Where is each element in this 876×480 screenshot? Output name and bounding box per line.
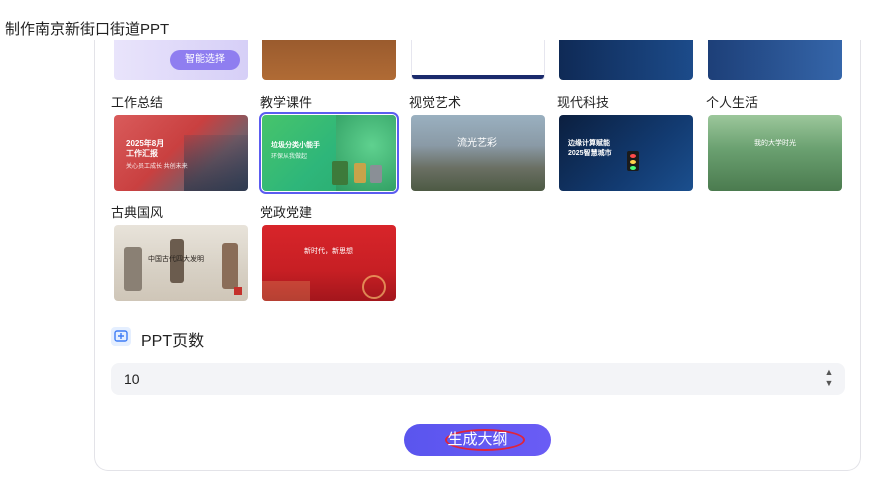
- category-label-visual-art: 视觉艺术: [409, 95, 462, 110]
- template-card-modern-tech[interactable]: 边缘计算赋能 2025智慧城市: [559, 115, 693, 191]
- template-thumb-smart-select[interactable]: 智能选择: [114, 40, 248, 80]
- category-label-work-summary: 工作总结: [111, 95, 164, 110]
- template-title: 垃圾分类小能手: [271, 142, 320, 149]
- template-title: 我的大学时光: [754, 140, 796, 147]
- template-card-classical[interactable]: 中国古代四大发明: [114, 225, 248, 301]
- ppt-pages-stepper[interactable]: ▲ ▼: [823, 367, 835, 391]
- slides-plus-icon: [111, 327, 131, 346]
- category-label-teaching: 教学课件: [260, 95, 313, 110]
- template-title: 流光艺彩: [457, 138, 497, 149]
- template-card-party[interactable]: 新时代，新思想: [262, 225, 396, 301]
- template-title: 2025年8月 工作汇报: [126, 139, 165, 158]
- generate-outline-label: 生成大纲: [447, 431, 508, 448]
- template-thumb-wood[interactable]: [262, 40, 396, 80]
- ppt-pages-input[interactable]: 10 ▲ ▼: [111, 363, 845, 395]
- category-label-classical: 古典国风: [111, 205, 164, 220]
- template-card-work-summary[interactable]: 2025年8月 工作汇报 关心员工成长 共创未来: [114, 115, 248, 191]
- smart-select-label: 智能选择: [185, 54, 225, 65]
- template-subtitle: 环保从我做起: [271, 154, 308, 160]
- template-thumb-doc[interactable]: [411, 40, 545, 80]
- category-label-party: 党政党建: [260, 205, 313, 220]
- template-title: 边缘计算赋能 2025智慧城市: [568, 140, 612, 157]
- ppt-pages-value: 10: [124, 371, 140, 387]
- ppt-pages-label: PPT页数: [141, 333, 205, 350]
- template-thumb-city[interactable]: [708, 40, 842, 80]
- smart-select-chip[interactable]: 智能选择: [170, 50, 240, 70]
- template-card-personal-life[interactable]: 我的大学时光: [708, 115, 842, 191]
- template-card-visual-art[interactable]: 流光艺彩: [411, 115, 545, 191]
- template-title: 中国古代四大发明: [148, 256, 204, 263]
- generate-outline-button[interactable]: 生成大纲: [404, 424, 551, 456]
- category-label-modern-tech: 现代科技: [557, 95, 610, 110]
- category-label-personal-life: 个人生活: [706, 95, 759, 110]
- chevron-up-icon[interactable]: ▲: [823, 367, 835, 378]
- page-title: 制作南京新街口街道PPT: [5, 21, 170, 38]
- chevron-down-icon[interactable]: ▼: [823, 378, 835, 389]
- template-thumb-tech[interactable]: [559, 40, 693, 80]
- template-card-teaching[interactable]: 垃圾分类小能手 环保从我做起: [259, 112, 399, 194]
- template-title: 新时代，新思想: [304, 248, 353, 255]
- template-subtitle: 关心员工成长 共创未来: [126, 164, 188, 170]
